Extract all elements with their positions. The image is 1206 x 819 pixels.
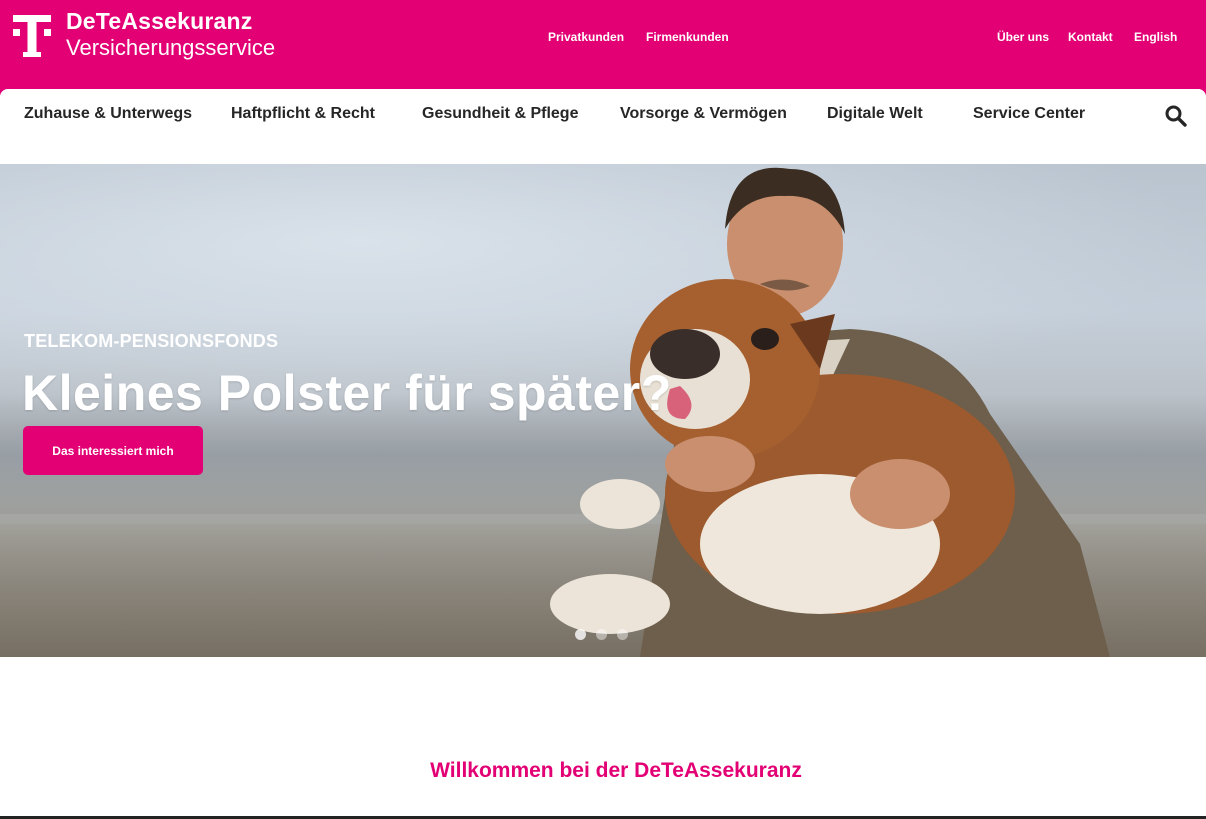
main-navigation: Zuhause & Unterwegs Haftpflicht & Recht … — [0, 89, 1206, 164]
top-header: DeTeAssekuranz Versicherungsservice Priv… — [0, 0, 1206, 100]
carousel-dot-2[interactable] — [596, 629, 607, 640]
brand-name: DeTeAssekuranz — [66, 8, 253, 34]
search-icon[interactable] — [1164, 104, 1188, 128]
link-privatkunden[interactable]: Privatkunden — [548, 30, 624, 44]
page: DeTeAssekuranz Versicherungsservice Priv… — [0, 0, 1206, 819]
link-kontakt[interactable]: Kontakt — [1068, 30, 1113, 44]
carousel-dot-1[interactable] — [575, 629, 586, 640]
nav-item-gesundheit-pflege[interactable]: Gesundheit & Pflege — [422, 105, 578, 123]
hero-headline: Kleines Polster für später? — [22, 365, 672, 421]
hero-banner: TELEKOM-PENSIONSFONDS Kleines Polster fü… — [0, 164, 1206, 657]
main-panel: Zuhause & Unterwegs Haftpflicht & Recht … — [0, 89, 1206, 819]
nav-item-service-center[interactable]: Service Center — [973, 105, 1085, 123]
nav-item-haftpflicht-recht[interactable]: Haftpflicht & Recht — [231, 105, 375, 123]
link-english[interactable]: English — [1134, 30, 1177, 44]
link-firmenkunden[interactable]: Firmenkunden — [646, 30, 729, 44]
carousel-dots — [575, 629, 628, 640]
nav-item-vorsorge-vermoegen[interactable]: Vorsorge & Vermögen — [620, 105, 787, 123]
hero-eyebrow: TELEKOM-PENSIONSFONDS — [24, 331, 279, 351]
nav-item-zuhause-unterwegs[interactable]: Zuhause & Unterwegs — [24, 105, 192, 123]
hero-cta-button[interactable]: Das interessiert mich — [23, 426, 203, 475]
welcome-heading: Willkommen bei der DeTeAssekuranz — [430, 759, 802, 782]
telekom-logo-icon[interactable] — [13, 13, 51, 59]
link-ueber-uns[interactable]: Über uns — [997, 30, 1049, 44]
brand-subtitle: Versicherungsservice — [66, 35, 276, 60]
brand-wordmark[interactable]: DeTeAssekuranz Versicherungsservice — [66, 10, 275, 59]
carousel-dot-3[interactable] — [617, 629, 628, 640]
nav-item-digitale-welt[interactable]: Digitale Welt — [827, 105, 923, 123]
